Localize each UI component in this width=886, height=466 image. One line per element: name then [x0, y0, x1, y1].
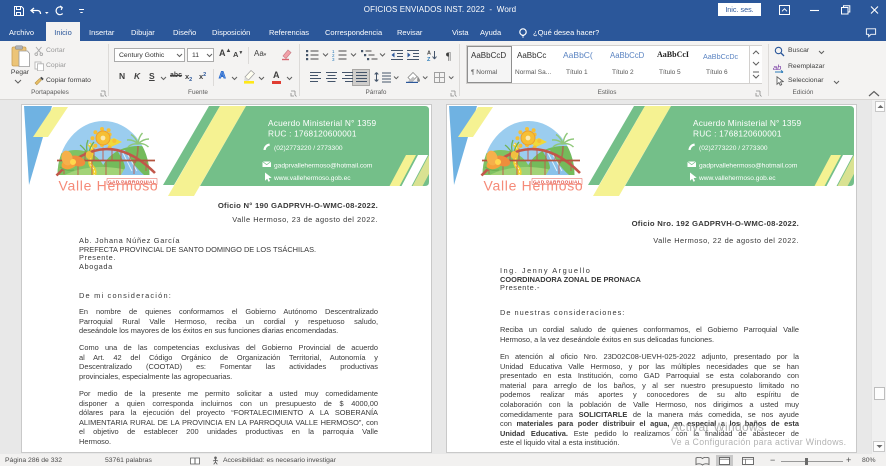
svg-text:www.vallehermoso.gob.ec: www.vallehermoso.gob.ec — [273, 175, 351, 182]
svg-text:Valle Hermoso: Valle Hermoso — [59, 178, 159, 194]
svg-text:Z: Z — [427, 57, 431, 61]
svg-text:RUC : 1768120600001: RUC : 1768120600001 — [268, 129, 357, 139]
svg-text:gadprvallehermoso@hotmail.com: gadprvallehermoso@hotmail.com — [274, 163, 373, 170]
svg-text:3: 3 — [332, 57, 335, 61]
svg-text:A: A — [427, 51, 431, 57]
svg-text:¶: ¶ — [446, 51, 451, 62]
svg-text:Acuerdo Ministerial N° 1359: Acuerdo Ministerial N° 1359 — [268, 118, 377, 128]
svg-text:(02)2773220 / 2773300: (02)2773220 / 2773300 — [274, 145, 343, 152]
svg-text:ab: ab — [773, 63, 781, 72]
